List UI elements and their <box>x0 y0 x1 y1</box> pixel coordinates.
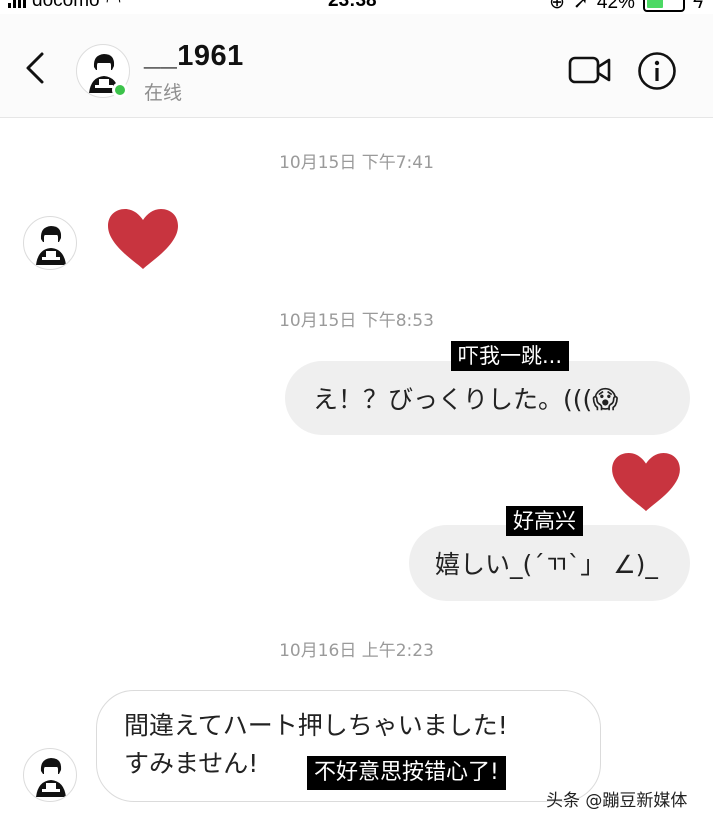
orientation-lock-icon: ⊕ <box>549 0 565 13</box>
battery-icon <box>642 0 685 12</box>
info-icon[interactable] <box>637 51 677 91</box>
translation-caption: 不好意思按错心了! <box>307 756 506 790</box>
charging-icon: ϟ <box>692 0 703 13</box>
translation-caption: 好高兴 <box>506 506 583 536</box>
avatar[interactable] <box>23 748 77 802</box>
online-status-dot <box>112 82 128 98</box>
status-bar: docomo ◠ 23:38 ⊕ ➚ 42% ϟ <box>0 0 713 14</box>
person-icon <box>36 226 66 265</box>
watermark: 头条 @蹦豆新媒体 <box>546 791 688 811</box>
carrier-label: docomo <box>32 0 100 11</box>
chat-username[interactable]: __1961 <box>144 40 244 73</box>
person-icon <box>36 758 66 797</box>
heart-icon <box>612 452 680 512</box>
chat-header: __1961 在线 <box>0 14 713 118</box>
online-status-text: 在线 <box>144 82 183 104</box>
outgoing-message-bubble[interactable]: え！？びっくりした。(((😱 <box>285 361 690 435</box>
location-icon: ➚ <box>572 0 589 13</box>
heart-icon <box>108 209 178 269</box>
message-timestamp: 10月15日 下午8:53 <box>279 311 434 331</box>
avatar[interactable] <box>23 216 77 270</box>
wifi-icon: ◠ <box>105 0 122 11</box>
message-text: え！？びっくりした。(((😱 <box>313 385 619 414</box>
outgoing-message-bubble[interactable]: 嬉しい_(´ㄲ`」 ∠)_ <box>409 525 690 601</box>
message-text-line: 間違えてハート押しちゃいました! <box>124 711 508 740</box>
signal-icon <box>8 0 26 8</box>
battery-percent: 42% <box>596 0 635 13</box>
message-timestamp: 10月15日 下午7:41 <box>279 153 434 173</box>
status-time: 23:38 <box>328 0 377 11</box>
status-left: docomo ◠ <box>8 0 122 11</box>
back-chevron-icon[interactable] <box>20 50 50 86</box>
video-call-icon[interactable] <box>568 54 612 86</box>
status-right: ⊕ ➚ 42% ϟ <box>549 0 703 12</box>
message-text: 嬉しい_(´ㄲ`」 ∠)_ <box>435 550 658 579</box>
message-timestamp: 10月16日 上午2:23 <box>279 641 434 661</box>
translation-caption: 吓我一跳... <box>451 341 570 371</box>
